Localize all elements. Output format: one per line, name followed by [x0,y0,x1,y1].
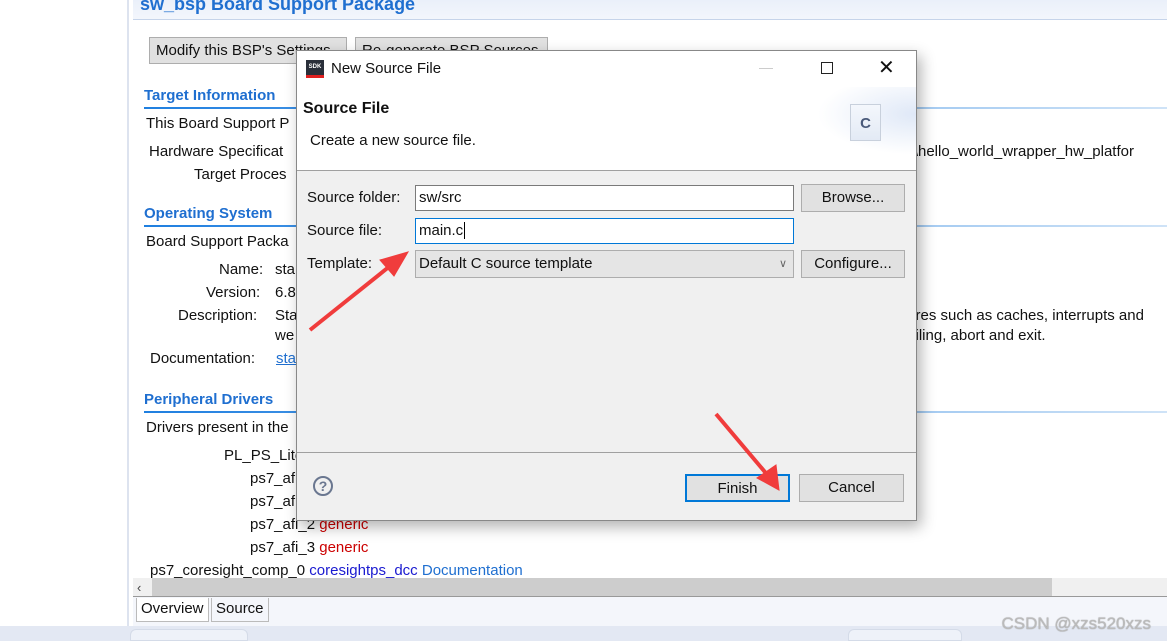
watermark: CSDN @xzs520xzs [1001,614,1151,633]
arrow-to-finish [714,412,772,480]
annotation-arrows [308,251,780,491]
arrow-to-template [308,260,397,332]
